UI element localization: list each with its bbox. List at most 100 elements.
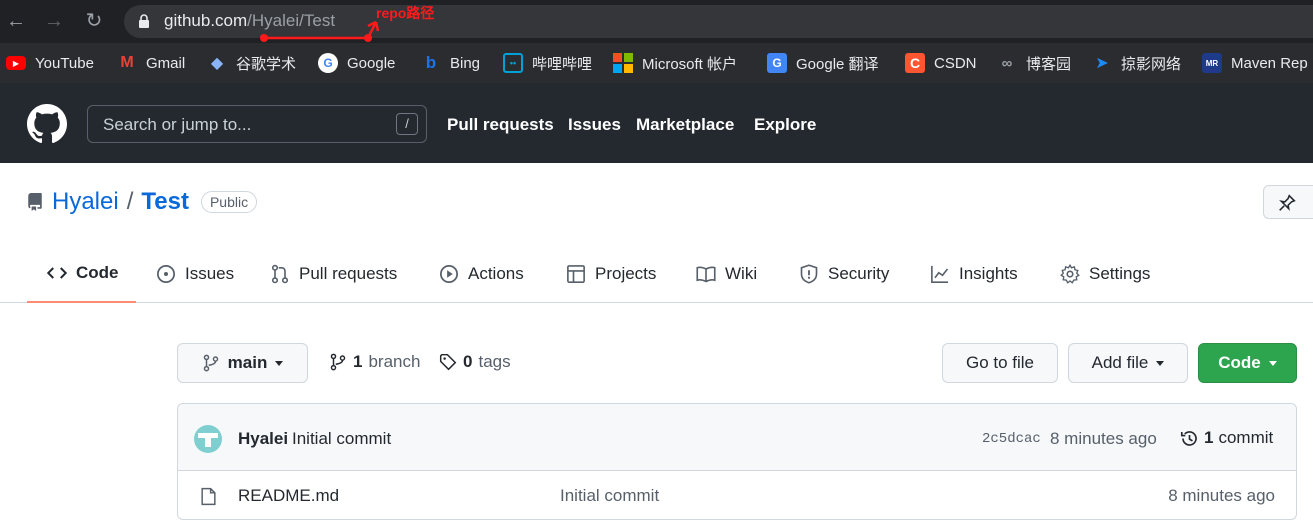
tab-security[interactable]: Security [799,244,889,303]
bookmark-label: Google 翻译 [796,55,879,73]
bookmark-bing[interactable]: b Bing [421,43,480,83]
repo-tabs: Code Issues Pull requests Actions Projec… [0,244,1313,303]
bookmark-microsoft[interactable]: Microsoft 帐户 [613,43,737,83]
commit-author-link[interactable]: Hyalei [238,429,288,449]
send-icon: ➤ [1095,55,1109,72]
maven-icon: MR [1202,53,1222,73]
bookmark-label: 掠影网络 [1121,55,1182,73]
branch-name: main [227,353,268,372]
tag-count: 0 [463,352,473,371]
repo-owner-link[interactable]: Hyalei [52,188,119,216]
repo-title: Hyalei / Test Public [26,188,258,216]
commit-count-label: commit [1218,428,1274,447]
pull-request-icon [271,264,289,283]
tab-settings[interactable]: Settings [1060,244,1150,303]
visibility-badge: Public [200,191,258,213]
tab-projects[interactable]: Projects [566,244,656,303]
branch-count-link[interactable]: 1 branch [329,352,420,372]
branch-select-button[interactable]: main [177,343,308,383]
branch-count: 1 [353,352,363,371]
chevron-down-icon [1268,360,1277,366]
pin-icon [1279,194,1296,211]
table-icon [567,264,585,283]
file-time: 8 minutes ago [1168,486,1275,505]
go-to-file-button[interactable]: Go to file [942,343,1058,383]
tab-actions[interactable]: Actions [439,244,524,303]
tab-label: Pull requests [299,263,398,283]
tag-icon [439,353,457,371]
search-input[interactable]: Search or jump to... / [87,105,427,143]
play-icon [440,264,458,283]
tab-insights[interactable]: Insights [930,244,1018,303]
history-icon [1180,430,1197,446]
bookmarks-bar: ▶ YouTube M Gmail ◆ 谷歌学术 G Google b Bing… [0,43,1313,83]
shield-icon [800,263,818,284]
bookmark-bilibili[interactable]: •• 哔哩哔哩 [503,43,592,83]
bookmark-csdn[interactable]: C CSDN [905,43,977,83]
bookmark-youtube[interactable]: ▶ YouTube [6,43,94,83]
nav-marketplace[interactable]: Marketplace [636,115,734,135]
tab-label: Issues [185,263,235,283]
git-branch-icon [330,353,346,371]
avatar[interactable] [194,425,222,453]
bookmark-maven[interactable]: MR Maven Rep [1202,43,1308,83]
annotation-label: repo路径 [376,5,435,21]
google-icon: G [318,53,338,73]
translate-icon: G [767,53,787,73]
code-button-label: Code [1218,353,1261,372]
repo-icon [28,193,42,211]
tab-wiki[interactable]: Wiki [696,244,757,303]
file-name-link[interactable]: README.md [238,486,339,506]
tab-pull-requests[interactable]: Pull requests [270,244,397,303]
cnblogs-icon: ∞ [1001,54,1013,72]
commit-count: 1 [1204,428,1214,447]
code-button[interactable]: Code [1198,343,1297,383]
tab-code[interactable]: Code [27,244,136,303]
search-placeholder: Search or jump to... [103,115,252,134]
bookmark-cnblogs[interactable]: ∞ 博客园 [997,43,1071,83]
chevron-down-icon [275,360,284,366]
tab-label: Insights [959,263,1018,283]
nav-issues[interactable]: Issues [568,115,621,135]
commit-message-link[interactable]: Initial commit [292,429,391,449]
bing-icon: b [425,53,437,72]
back-arrow-icon[interactable]: ← [4,9,28,33]
bookmark-gmail[interactable]: M Gmail [117,43,185,83]
github-logo-icon[interactable] [27,104,67,144]
file-browser: Hyalei Initial commit 2c5dcac 8 minutes … [177,403,1297,520]
tag-count-label: tags [478,352,511,371]
bilibili-icon: •• [503,53,523,73]
bookmark-label: Microsoft 帐户 [642,55,738,73]
tab-label: Settings [1089,263,1151,283]
tab-issues[interactable]: Issues [156,244,234,303]
file-commit-message-link[interactable]: Initial commit [560,486,659,506]
nav-explore[interactable]: Explore [754,115,816,135]
tab-label: Projects [595,263,657,283]
add-file-label: Add file [1091,353,1149,372]
go-to-file-label: Go to file [965,353,1035,372]
nav-pull-requests[interactable]: Pull requests [447,115,554,135]
commit-sha-link[interactable]: 2c5dcac [982,431,1041,447]
repo-separator: / [126,188,134,215]
bookmark-scholar[interactable]: ◆ 谷歌学术 [207,43,296,83]
add-file-button[interactable]: Add file [1068,343,1188,383]
microsoft-icon [613,53,633,73]
repo-name-link[interactable]: Test [141,188,189,216]
tag-count-link[interactable]: 0 tags [439,352,511,372]
commit-count-link[interactable]: 1 commit [1180,428,1273,448]
youtube-icon: ▶ [6,56,26,70]
bookmark-google[interactable]: G Google [318,43,395,83]
bookmark-translate[interactable]: G Google 翻译 [767,43,879,83]
commit-time: 8 minutes ago [1050,429,1157,448]
bookmark-lueying[interactable]: ➤ 掠影网络 [1092,43,1181,83]
browser-toolbar: ← → ↻ github.com/Hyalei/Test repo路径 [0,0,1313,43]
reload-icon[interactable]: ↻ [82,9,106,33]
search-shortcut-key: / [396,113,418,135]
pin-button[interactable] [1263,185,1313,219]
forward-arrow-icon[interactable]: → [42,9,66,33]
lock-icon [139,14,149,28]
bookmark-label: Google [347,54,396,72]
scholar-icon: ◆ [210,55,224,72]
csdn-icon: C [905,53,925,73]
graph-icon [931,265,949,283]
